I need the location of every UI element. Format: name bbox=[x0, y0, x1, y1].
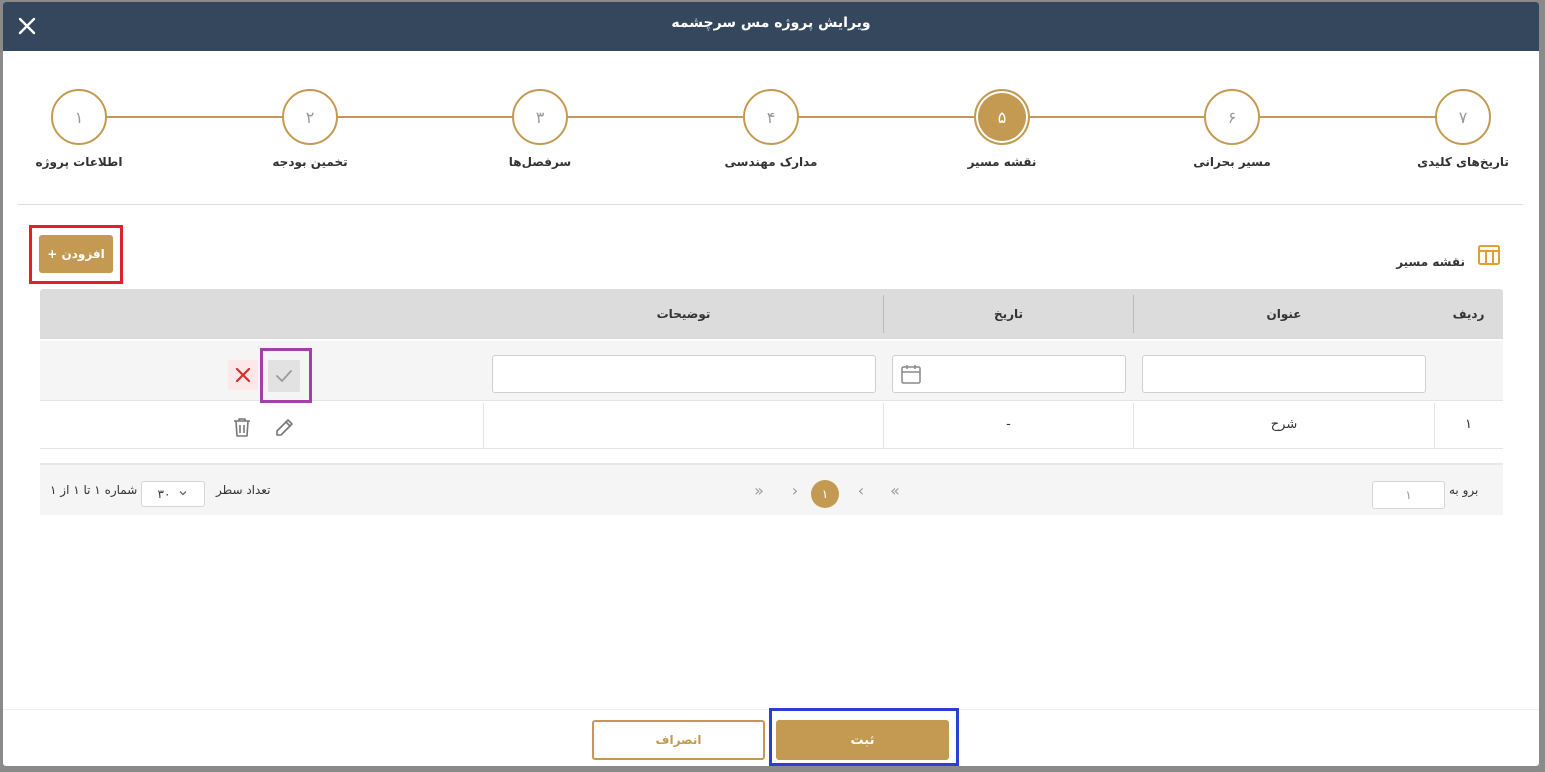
step-1[interactable]: ۱ bbox=[51, 89, 107, 145]
goto-label: برو به bbox=[1449, 483, 1479, 497]
last-page-icon[interactable]: » bbox=[750, 482, 768, 500]
goto-page-input[interactable]: ۱ bbox=[1372, 481, 1445, 509]
cancel-row-icon[interactable] bbox=[228, 360, 258, 390]
cell-separator bbox=[1434, 403, 1435, 449]
step-2[interactable]: ۲ bbox=[282, 89, 338, 145]
edit-project-dialog: ویرایش پروژه مس سرچشمه ۷ تاریخ‌های کلیدی… bbox=[3, 2, 1539, 766]
step-4-label: مدارک مهندسی bbox=[724, 155, 818, 169]
rows-per-page-select[interactable]: ۳۰ bbox=[141, 481, 205, 507]
cell-date: - bbox=[1006, 417, 1011, 432]
current-page[interactable]: ۱ bbox=[811, 480, 839, 508]
confirm-row-icon[interactable] bbox=[268, 360, 300, 392]
dialog-header: ویرایش پروژه مس سرچشمه bbox=[3, 2, 1539, 51]
cell-title: شرح bbox=[1270, 417, 1298, 432]
section-title: نقشه مسیر bbox=[1396, 255, 1465, 269]
next-page-icon[interactable]: › bbox=[786, 482, 804, 500]
cell-separator bbox=[483, 403, 484, 449]
new-row-editor bbox=[40, 341, 1503, 401]
cell-row: ۱ bbox=[1465, 417, 1472, 432]
step-3[interactable]: ۳ bbox=[512, 89, 568, 145]
title-input[interactable] bbox=[1142, 355, 1426, 393]
step-1-label: اطلاعات پروژه bbox=[35, 155, 123, 169]
column-title[interactable]: عنوان bbox=[1134, 289, 1434, 339]
step-7[interactable]: ۷ bbox=[1435, 89, 1491, 145]
column-row[interactable]: ردیف bbox=[1434, 289, 1503, 339]
rows-per-page-value: ۳۰ bbox=[157, 487, 171, 501]
close-icon[interactable] bbox=[15, 14, 39, 38]
first-page-icon[interactable]: « bbox=[886, 482, 904, 500]
add-button[interactable]: + افزودن bbox=[39, 235, 113, 273]
step-5-label: نقشه مسیر bbox=[967, 155, 1037, 169]
roadmap-grid: ردیف عنوان تاریخ توضیحات ۱ شرح - برو به … bbox=[40, 289, 1503, 515]
cell-description bbox=[484, 403, 883, 449]
rows-per-page-label: تعداد سطر bbox=[216, 483, 271, 497]
cancel-button[interactable]: انصراف bbox=[592, 720, 765, 760]
cell-separator bbox=[1133, 403, 1134, 449]
cell-separator bbox=[883, 403, 884, 449]
column-description[interactable]: توضیحات bbox=[484, 289, 883, 339]
dialog-footer: انصراف ثبت bbox=[3, 709, 1539, 766]
column-date[interactable]: تاریخ bbox=[884, 289, 1133, 339]
calendar-icon[interactable] bbox=[899, 362, 923, 386]
range-text: شماره ۱ تا ۱ از ۱ bbox=[50, 483, 138, 497]
pagination-bar: برو به ۱ « ‹ ۱ › » تعداد سطر ۳۰ شماره ۱ … bbox=[40, 463, 1503, 515]
table-row[interactable]: ۱ شرح - bbox=[40, 403, 1503, 449]
step-6-label: مسیر بحرانی bbox=[1193, 155, 1271, 169]
grid-header: ردیف عنوان تاریخ توضیحات bbox=[40, 289, 1503, 339]
date-input[interactable] bbox=[892, 355, 1126, 393]
delete-icon[interactable] bbox=[230, 415, 254, 439]
stepper-divider bbox=[18, 204, 1523, 205]
step-2-label: تخمین بودجه bbox=[272, 155, 348, 169]
prev-page-icon[interactable]: ‹ bbox=[852, 482, 870, 500]
step-3-label: سرفصل‌ها bbox=[508, 155, 572, 169]
description-input[interactable] bbox=[492, 355, 876, 393]
step-5[interactable]: ۵ bbox=[974, 89, 1030, 145]
step-6[interactable]: ۶ bbox=[1204, 89, 1260, 145]
wizard-stepper: ۷ تاریخ‌های کلیدی ۶ مسیر بحرانی ۵ نقشه م… bbox=[3, 51, 1539, 206]
dialog-title: ویرایش پروژه مس سرچشمه bbox=[671, 15, 871, 31]
chevron-down-icon bbox=[178, 487, 188, 501]
save-button[interactable]: ثبت bbox=[776, 720, 949, 760]
edit-icon[interactable] bbox=[273, 415, 297, 439]
step-7-label: تاریخ‌های کلیدی bbox=[1417, 155, 1509, 169]
step-4[interactable]: ۴ bbox=[743, 89, 799, 145]
table-layout-icon bbox=[1477, 243, 1501, 267]
